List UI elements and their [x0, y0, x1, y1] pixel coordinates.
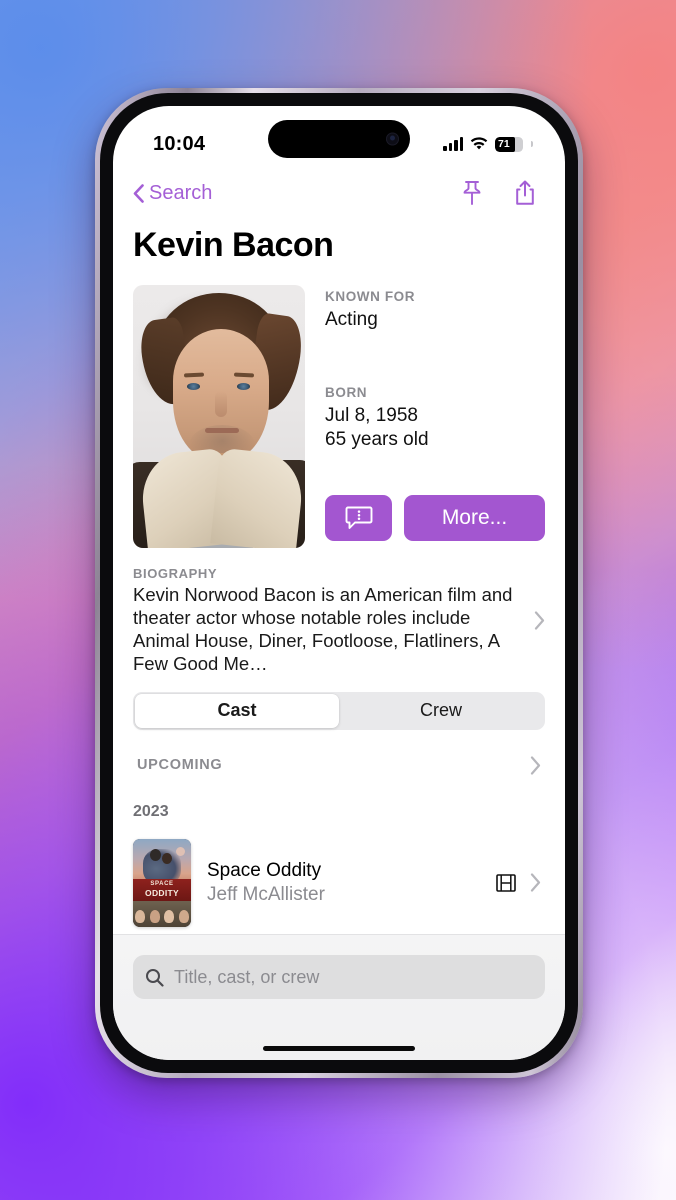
section-header-upcoming[interactable]: UPCOMING — [113, 730, 565, 775]
tab-cast[interactable]: Cast — [135, 693, 339, 728]
biography-section[interactable]: BIOGRAPHY Kevin Norwood Bacon is an Amer… — [113, 548, 565, 676]
battery-tip-icon — [531, 141, 533, 147]
known-for-value: Acting — [325, 309, 378, 330]
age-value: 65 years old — [325, 429, 429, 451]
search-bar[interactable]: Title, cast, or crew — [133, 955, 545, 999]
battery-icon: 71 — [495, 136, 523, 152]
section-title: UPCOMING — [137, 757, 223, 774]
dynamic-island — [268, 120, 410, 158]
portrait-image — [133, 285, 305, 548]
chevron-left-icon — [133, 183, 144, 203]
profile-content: Kevin Bacon KNOWN FOR Acting BORN Jul 8,… — [113, 212, 565, 927]
search-icon — [146, 968, 164, 987]
biography-label: BIOGRAPHY — [133, 566, 218, 581]
battery-percent: 71 — [498, 137, 510, 150]
chevron-right-icon — [530, 873, 541, 892]
action-buttons: More... — [325, 495, 545, 542]
hero-section: KNOWN FOR Acting BORN Jul 8, 1958 65 yea… — [113, 265, 565, 548]
known-for-label: KNOWN FOR — [325, 289, 416, 304]
status-clock: 10:04 — [153, 132, 206, 155]
movie-role: Jeff McAllister — [207, 883, 325, 905]
page-title: Kevin Bacon — [133, 226, 334, 264]
list-item[interactable]: SPACE ODDITY Space Oddity Jeff McAlliste… — [113, 821, 565, 927]
year-heading: 2023 — [133, 802, 169, 820]
film-strip-icon[interactable] — [496, 873, 516, 892]
search-placeholder: Title, cast, or crew — [174, 966, 320, 987]
speech-bubble-icon — [345, 506, 372, 530]
home-indicator[interactable] — [263, 1046, 415, 1051]
tab-crew[interactable]: Crew — [339, 694, 543, 728]
phone-device-frame: 10:04 71 Search Kevin Bacon KNOWN FOR Ac… — [95, 88, 583, 1078]
more-button[interactable]: More... — [404, 495, 545, 542]
born-block: BORN Jul 8, 1958 65 years old — [325, 385, 545, 453]
poster-title-line1: SPACE — [150, 880, 174, 887]
wifi-icon — [470, 137, 488, 150]
pin-icon[interactable] — [461, 180, 483, 206]
movie-meta: Space Oddity Jeff McAllister — [207, 860, 480, 906]
chevron-right-icon — [530, 756, 541, 775]
chevron-right-icon — [534, 611, 545, 630]
biography-text: Kevin Norwood Bacon is an American film … — [133, 584, 513, 674]
status-bar: 10:04 71 — [113, 106, 565, 168]
quote-button[interactable] — [325, 495, 392, 542]
born-label: BORN — [325, 384, 368, 400]
phone-screen: 10:04 71 Search Kevin Bacon KNOWN FOR Ac… — [113, 106, 565, 1060]
back-button[interactable]: Search — [133, 182, 212, 205]
search-area: Title, cast, or crew — [113, 934, 565, 1060]
status-indicators: 71 — [443, 136, 533, 152]
poster-title-line2: ODDITY — [145, 887, 179, 898]
movie-row-icons — [496, 873, 541, 892]
biography-text-wrap: BIOGRAPHY Kevin Norwood Bacon is an Amer… — [133, 566, 524, 676]
front-camera-icon — [386, 132, 399, 146]
movie-title: Space Oddity — [207, 859, 322, 881]
share-icon[interactable] — [513, 179, 537, 207]
cellular-bars-icon — [443, 137, 463, 151]
navigation-bar: Search — [113, 168, 565, 212]
nav-actions — [461, 179, 537, 207]
fact-list: KNOWN FOR Acting BORN Jul 8, 1958 65 yea… — [325, 285, 545, 548]
back-button-label: Search — [149, 181, 213, 204]
known-for-block: KNOWN FOR Acting — [325, 289, 545, 333]
phone-bezel: 10:04 71 Search Kevin Bacon KNOWN FOR Ac… — [100, 93, 578, 1073]
movie-poster: SPACE ODDITY — [133, 838, 191, 927]
born-date: Jul 8, 1958 — [325, 404, 418, 426]
cast-crew-segmented-control: Cast Crew — [133, 691, 545, 730]
